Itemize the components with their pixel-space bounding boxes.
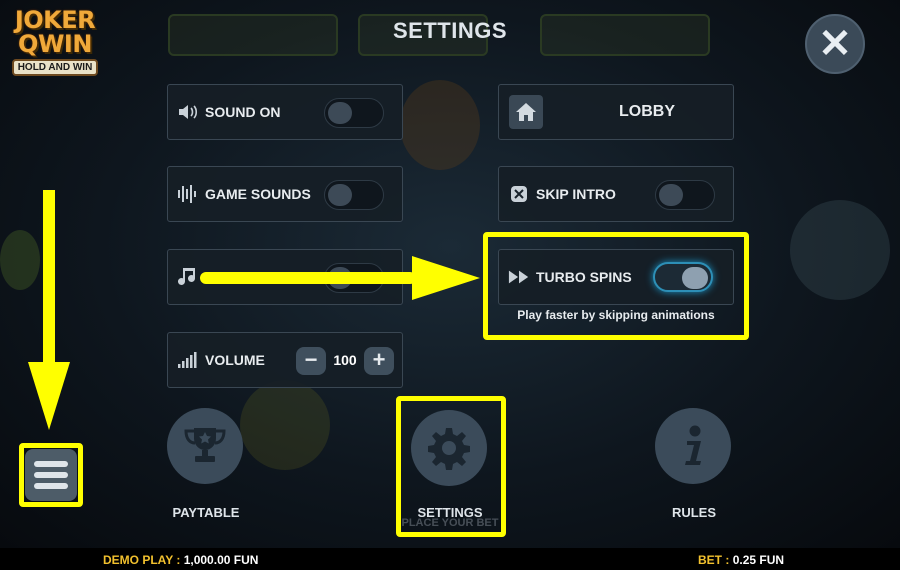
annotation-arrows <box>28 190 480 430</box>
arrow-down-icon <box>28 190 70 430</box>
bet-info: BET : 0.25 FUN <box>698 553 784 567</box>
demo-play-info: DEMO PLAY : 1,000.00 FUN <box>103 553 258 567</box>
bet-value: 0.25 FUN <box>732 553 785 567</box>
demo-play-balance: 1,000.00 FUN <box>183 553 259 567</box>
arrow-right-icon <box>200 256 480 300</box>
demo-play-label: DEMO PLAY : <box>103 553 181 567</box>
bet-label: BET : <box>698 553 730 567</box>
footer-bar: DEMO PLAY : 1,000.00 FUN BET : 0.25 FUN <box>0 548 900 570</box>
